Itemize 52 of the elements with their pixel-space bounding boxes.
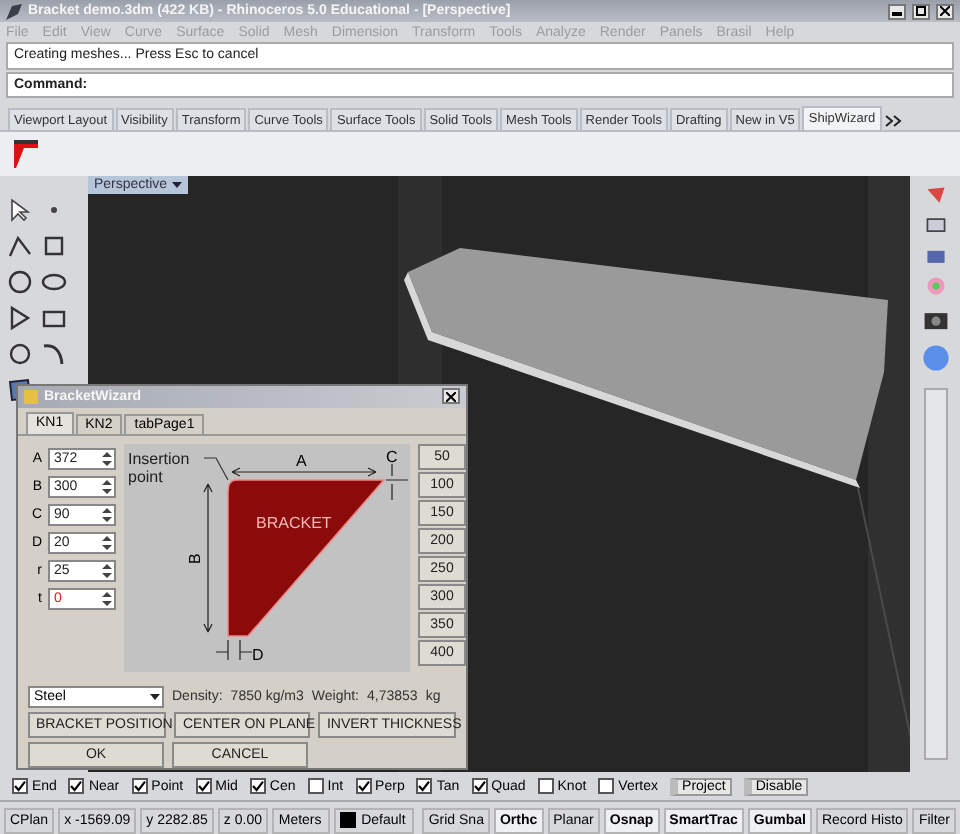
osnap-checkbox[interactable] (12, 778, 28, 794)
close-button[interactable] (936, 3, 954, 19)
circle-icon[interactable] (6, 268, 34, 296)
monitor-icon[interactable] (923, 214, 947, 238)
dimension-label: D (252, 645, 264, 664)
spin-arrows-icon[interactable] (100, 505, 114, 524)
arrow-cursor-icon[interactable] (6, 196, 34, 224)
more-tabs-icon[interactable] (883, 112, 902, 130)
caret-icon (171, 180, 182, 190)
polyline-icon[interactable] (6, 232, 34, 260)
osnap-checkbox[interactable] (195, 778, 212, 794)
control-points-icon[interactable] (40, 232, 68, 260)
dialog-icon (24, 389, 38, 404)
polygon-icon[interactable] (6, 340, 34, 368)
osnap-checkbox[interactable] (249, 778, 266, 794)
arc-icon[interactable] (6, 304, 34, 332)
shape-label: BRACKET (256, 513, 332, 532)
dimension-label: B (186, 553, 204, 564)
osnap-checkbox[interactable] (131, 778, 148, 794)
ellipse-icon[interactable] (40, 268, 68, 296)
curve-icon[interactable] (40, 340, 68, 368)
app-icon (6, 3, 22, 19)
osnap-checkbox[interactable] (416, 778, 433, 794)
osnap-checkbox[interactable] (537, 778, 554, 794)
osnap-checkbox[interactable] (307, 778, 324, 794)
layer-color-swatch (339, 812, 356, 828)
scrollbar[interactable] (923, 388, 947, 760)
render-icon[interactable] (923, 184, 947, 208)
maximize-button[interactable] (912, 3, 930, 19)
close-icon (940, 6, 950, 16)
dimension-line (215, 639, 253, 661)
dimension-label: C (386, 447, 398, 466)
insertion-label: Insertion point (128, 449, 190, 486)
osnap-checkbox[interactable] (471, 778, 488, 794)
shipwizard-icon[interactable] (12, 138, 40, 170)
leader-line (203, 457, 229, 481)
spin-arrows-icon[interactable] (100, 477, 114, 496)
close-icon (446, 391, 456, 402)
minimize-button[interactable] (888, 3, 906, 19)
spin-arrows-icon[interactable] (100, 561, 114, 580)
dimension-line (385, 463, 409, 501)
osnap-checkbox[interactable] (355, 778, 372, 794)
maximize-icon (916, 6, 926, 16)
spin-arrows-icon[interactable] (100, 533, 114, 552)
close-button[interactable] (442, 388, 460, 405)
spin-arrows-icon[interactable] (100, 589, 114, 608)
osnap-checkbox[interactable] (68, 778, 85, 794)
spin-arrows-icon[interactable] (100, 449, 114, 468)
osnap-checkbox[interactable] (598, 778, 615, 794)
dimension-label: A (296, 451, 307, 470)
minimize-icon (892, 6, 902, 16)
color-wheel-icon[interactable] (923, 274, 947, 298)
